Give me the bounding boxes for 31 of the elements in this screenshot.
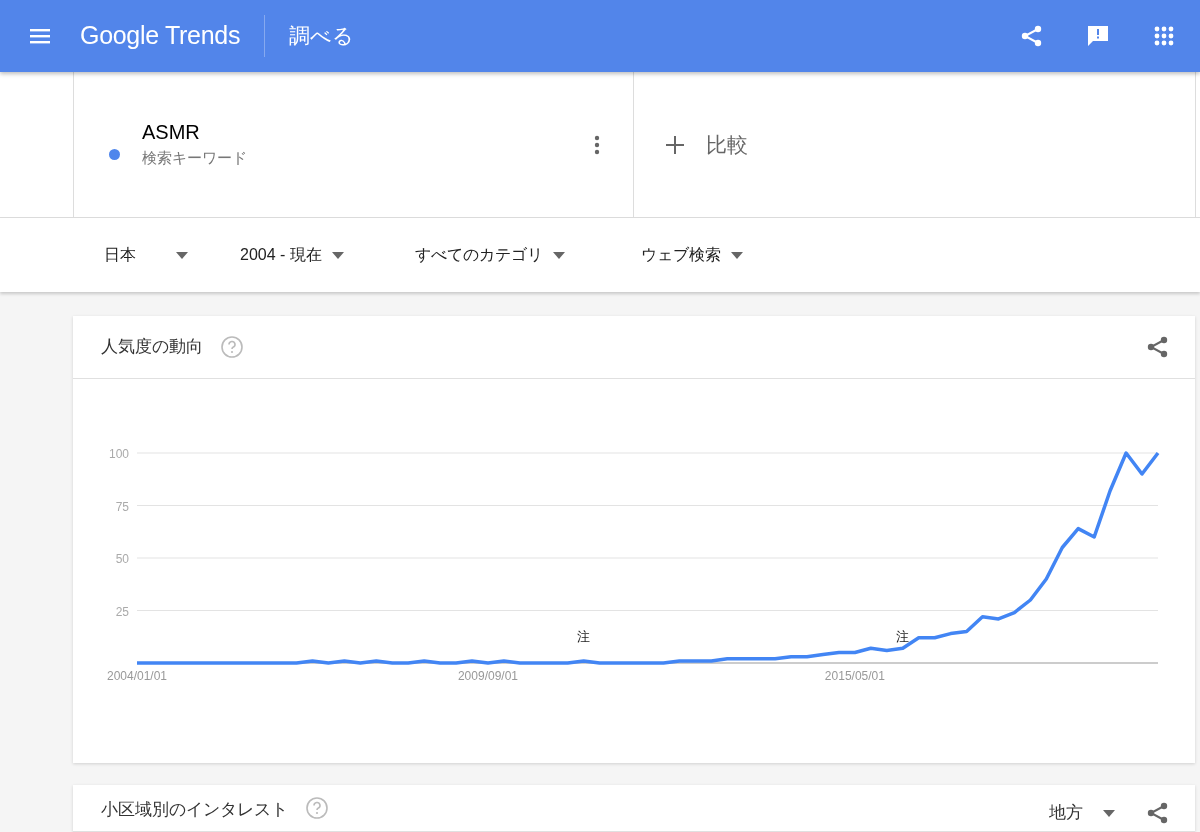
caret-icon xyxy=(553,251,565,259)
plus-icon xyxy=(666,135,684,154)
axis-label: 2015/05/01 xyxy=(824,669,885,683)
section-title: 小区域別のインタレスト xyxy=(101,799,288,821)
region-dropdown[interactable]: 地方 xyxy=(1049,800,1115,826)
caret-icon xyxy=(731,251,743,259)
axis-label: 2004/01/01 xyxy=(106,669,168,683)
annotation-marker[interactable]: 注 xyxy=(577,629,591,644)
caret-icon xyxy=(176,251,188,259)
menu-icon xyxy=(30,28,50,44)
filter-dropdown[interactable]: ウェブ検索 xyxy=(641,243,743,267)
axis-label: 2009/09/01 xyxy=(457,669,518,683)
axis-label: 100 xyxy=(108,447,129,461)
axis-label: 75 xyxy=(115,499,129,514)
term-type: 検索キーワード xyxy=(142,148,247,169)
help-icon[interactable] xyxy=(221,336,243,358)
kebab-icon xyxy=(594,134,600,155)
caret-icon xyxy=(1103,809,1115,817)
filter-dropdown[interactable]: 2004 - 現在 xyxy=(240,243,344,267)
axis-label: 25 xyxy=(115,604,129,619)
help-icon[interactable] xyxy=(306,797,328,819)
page-title: 調べる xyxy=(289,23,355,50)
compare-button[interactable]: 比較 xyxy=(666,128,748,161)
axis-label: 50 xyxy=(115,552,129,566)
logo-text[interactable]: Google Trends xyxy=(80,17,241,55)
annotation-marker[interactable]: 注 xyxy=(896,629,910,644)
caret-icon xyxy=(331,251,344,259)
filter-dropdown[interactable]: すべてのカテゴリ xyxy=(415,243,565,267)
section-title: 人気度の動向 xyxy=(101,336,203,359)
filter-dropdown[interactable]: 日本 xyxy=(104,243,188,267)
search-term: ASMR xyxy=(142,120,201,146)
